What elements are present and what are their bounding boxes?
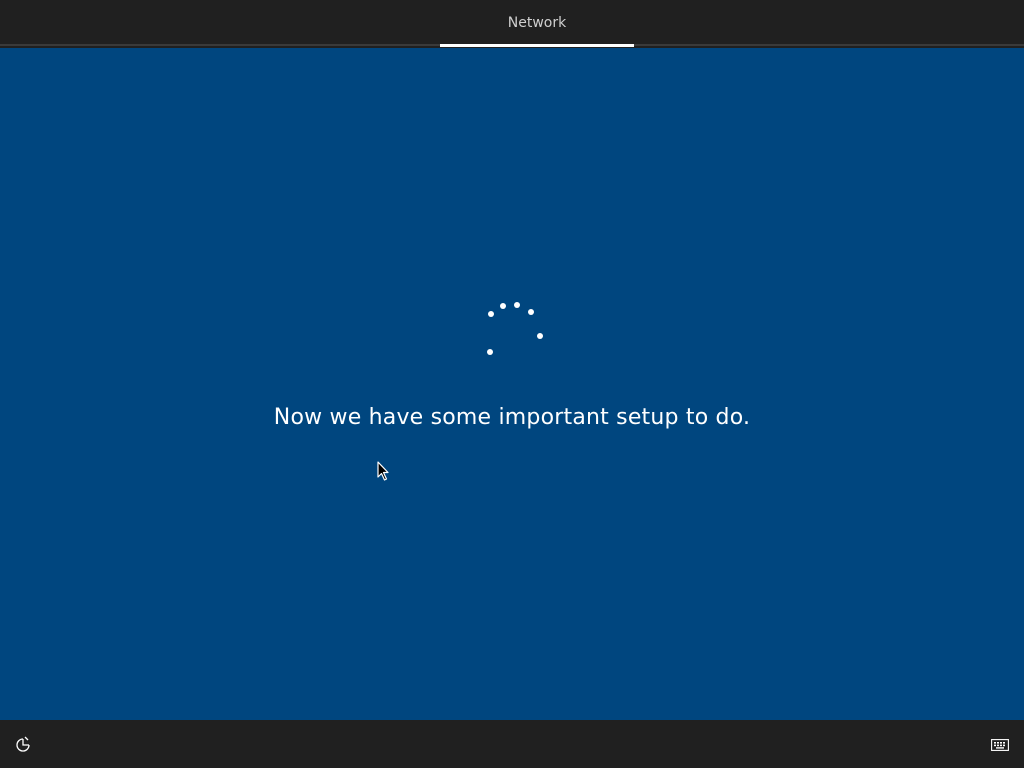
setup-screen: Network Now we have some important setup… <box>0 0 1024 768</box>
tab-network-label: Network <box>507 15 567 31</box>
spinner-icon <box>487 302 543 355</box>
keyboard-button[interactable] <box>988 736 1012 754</box>
bottom-bar <box>0 720 1024 768</box>
mouse-pointer-icon <box>377 461 389 481</box>
ease-of-access-icon <box>16 736 30 752</box>
top-navigation-bar: Network <box>0 0 1024 47</box>
keyboard-icon <box>991 739 1009 751</box>
main-panel <box>0 48 1024 720</box>
ease-of-access-button[interactable] <box>12 736 34 754</box>
setup-message: Now we have some important setup to do. <box>273 405 751 430</box>
tab-network: Network <box>440 0 634 46</box>
active-tab-indicator <box>440 44 634 47</box>
